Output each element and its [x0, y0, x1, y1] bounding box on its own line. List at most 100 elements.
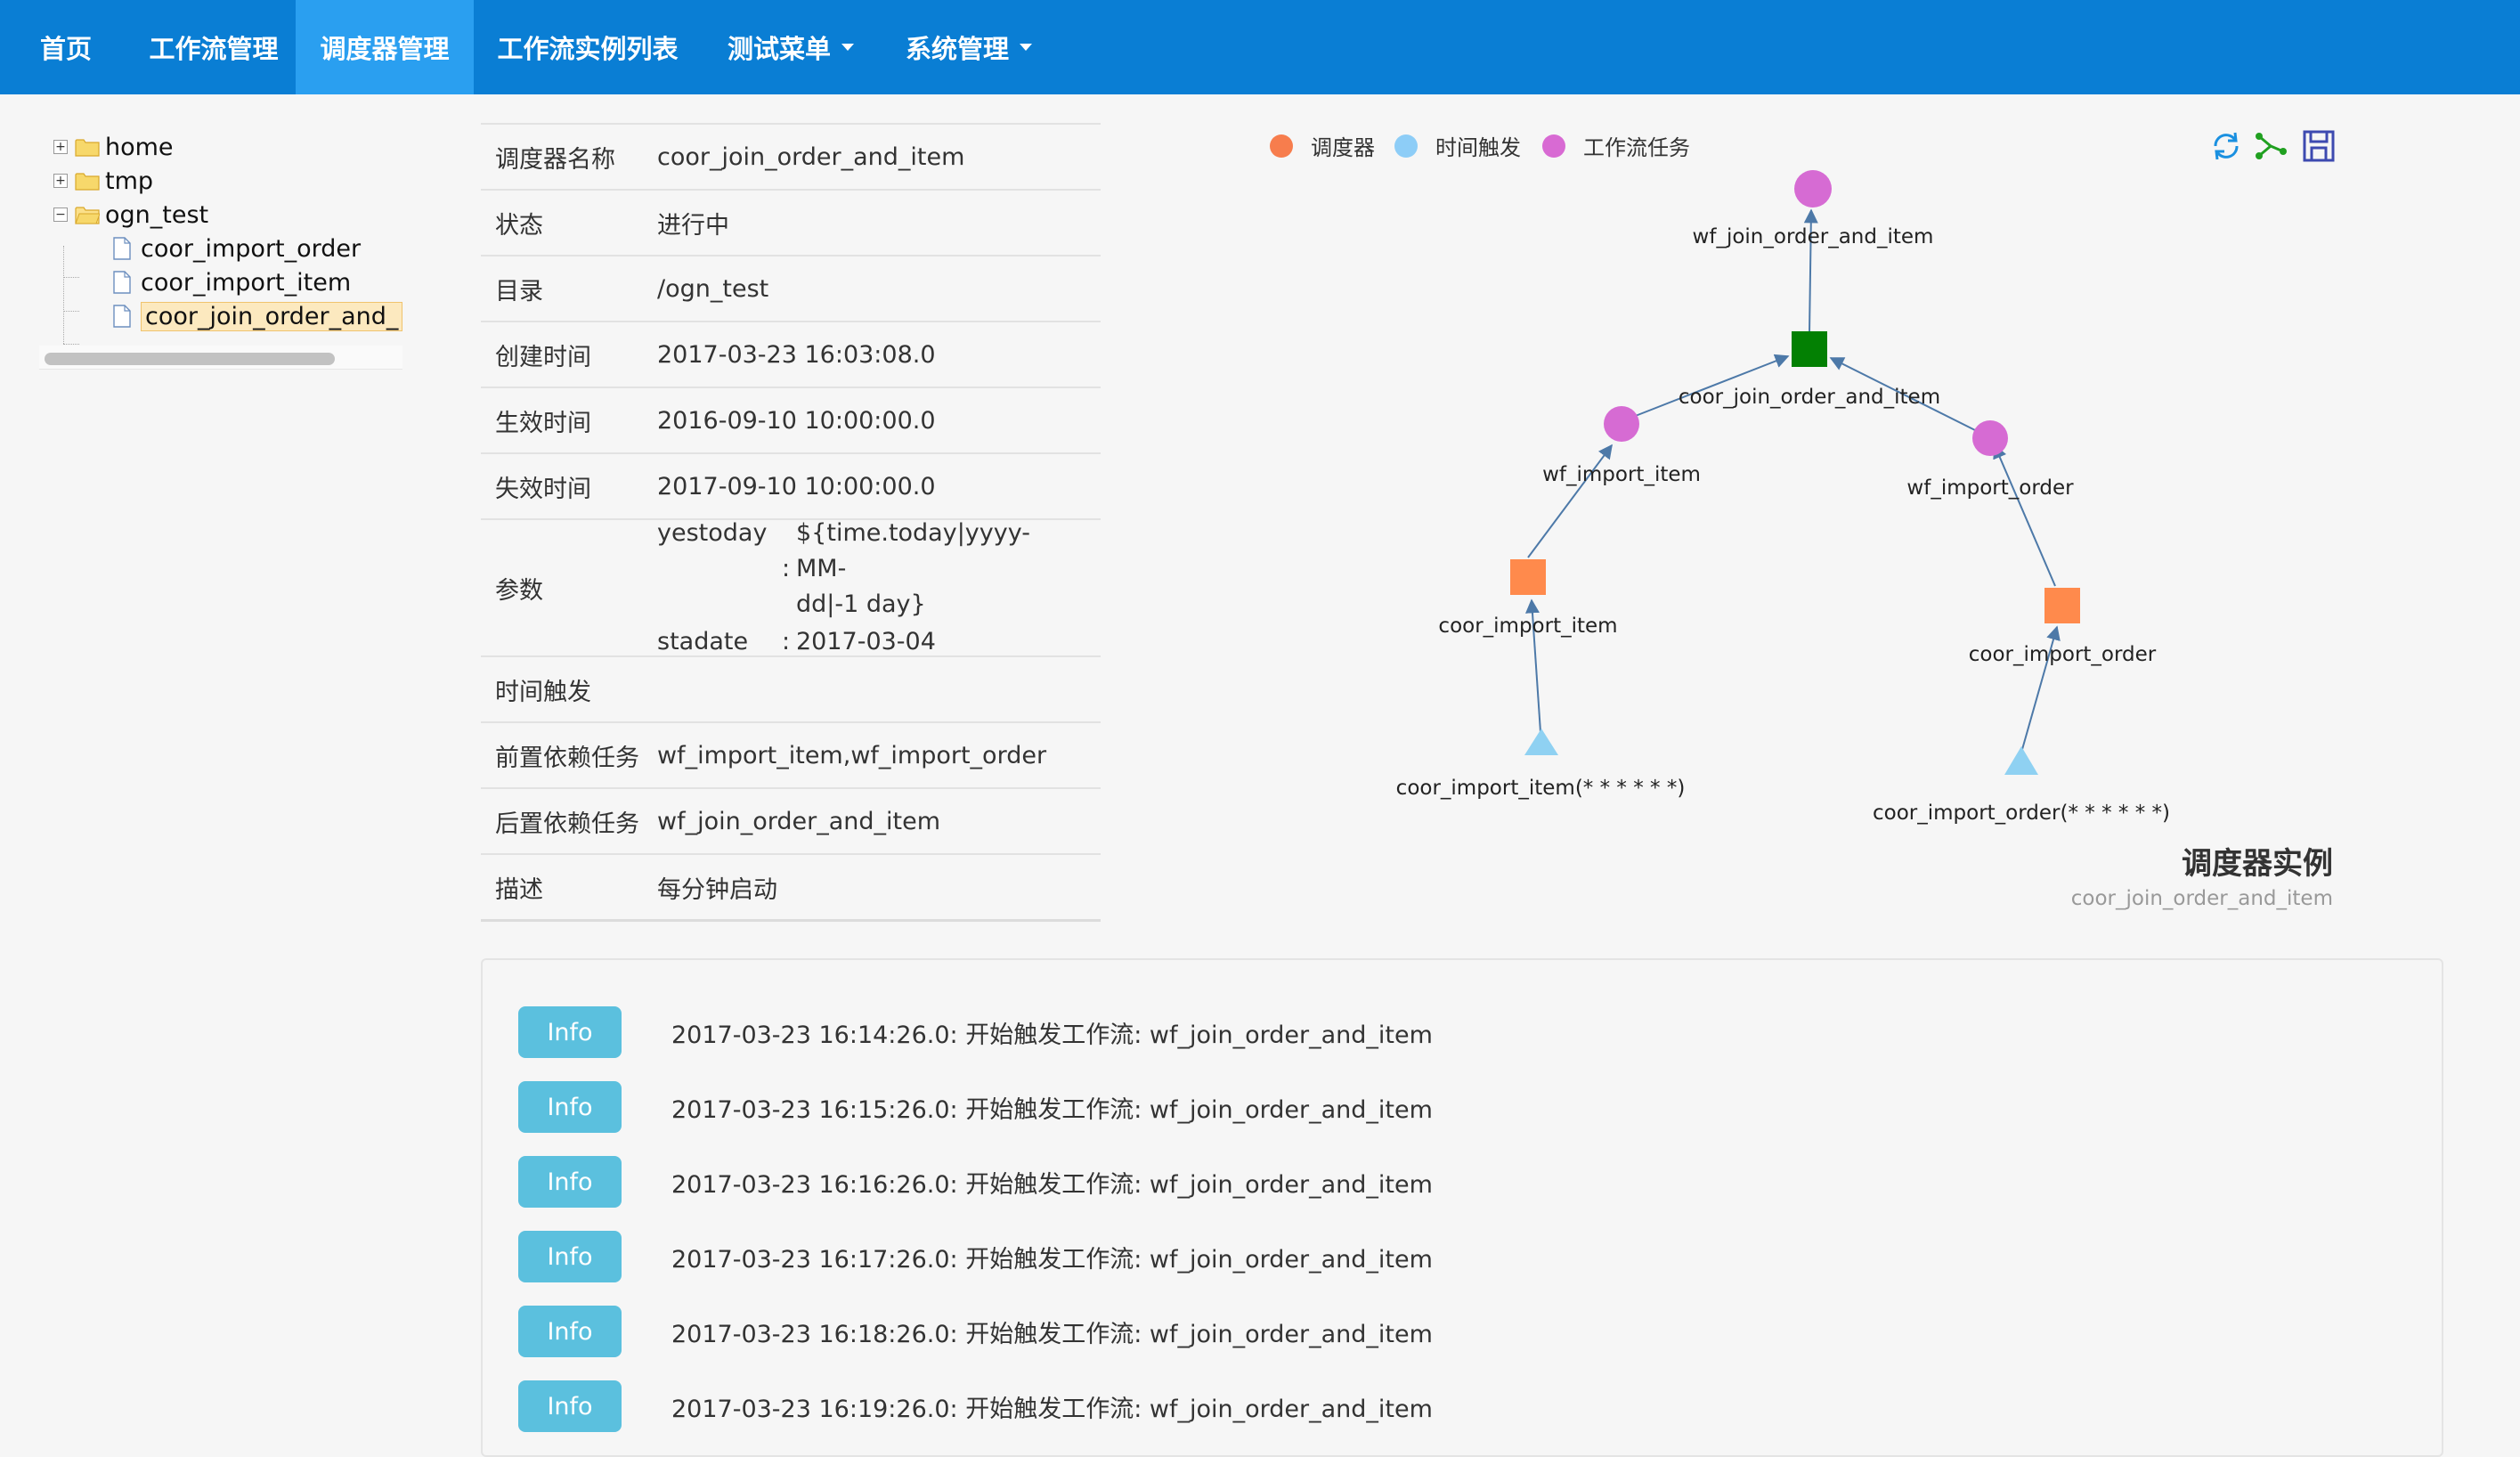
prop-value: 2017-03-23 16:03:08.0: [657, 340, 936, 369]
prop-row-time-trigger: 时间触发: [481, 655, 1101, 721]
graph-node-workflow[interactable]: [1972, 420, 2008, 456]
nav-home[interactable]: 首页: [0, 0, 132, 94]
graph-node-label: coor_import_item: [1438, 615, 1617, 638]
prop-value: 进行中: [657, 211, 729, 240]
prop-key: 创建时间: [495, 343, 591, 371]
prop-key: 参数: [495, 576, 543, 605]
graph-node-label: wf_join_order_and_item: [1693, 225, 1934, 248]
scheduler-properties-table: 调度器名称 coor_join_order_and_item 状态 进行中 目录…: [481, 123, 1101, 922]
prop-key: 时间触发: [495, 678, 591, 706]
nav-system-management[interactable]: 系统管理: [880, 0, 1058, 94]
info-badge: Info: [518, 1231, 622, 1282]
file-icon: [113, 237, 131, 260]
nav-label: 调度器管理: [320, 34, 450, 64]
graph-node-scheduler[interactable]: [1510, 559, 1546, 595]
graph-edge: [1993, 444, 2056, 587]
prop-value: coor_join_order_and_item: [657, 142, 965, 171]
prop-key: 调度器名称: [495, 145, 615, 174]
log-row: Info 2017-03-23 16:14:26.0: 开始触发工作流: wf_…: [518, 1006, 1433, 1058]
param-value: ${time.today|yyyy-MM- dd|-1 day}: [796, 516, 1063, 623]
prop-key: 目录: [495, 277, 543, 305]
graph-node-trigger[interactable]: [1524, 728, 1558, 755]
log-text: 2017-03-23 16:18:26.0: 开始触发工作流: wf_join_…: [671, 1320, 1433, 1348]
graph-node-trigger[interactable]: [2004, 746, 2038, 775]
prop-key: 失效时间: [495, 475, 591, 503]
prop-value: 2017-09-10 10:00:00.0: [657, 472, 936, 501]
tree-item-tmp[interactable]: + tmp: [53, 164, 153, 198]
graph-node-label: wf_import_order: [1906, 476, 2074, 500]
tree-item-home[interactable]: + home: [53, 130, 174, 164]
prop-row-pre-dependency: 前置依赖任务 wf_import_item,wf_import_order: [481, 721, 1101, 787]
tree-item-file[interactable]: coor_import_item: [112, 265, 351, 299]
graph-node-root-scheduler[interactable]: [1792, 331, 1827, 367]
info-badge: Info: [518, 1156, 622, 1208]
scrollbar-thumb[interactable]: [45, 353, 335, 365]
prop-value: 每分钟启动: [657, 875, 777, 904]
prop-row-created: 创建时间 2017-03-23 16:03:08.0: [481, 321, 1101, 387]
expand-icon[interactable]: +: [53, 174, 68, 188]
top-navbar: 首页 工作流管理 调度器管理 工作流实例列表 测试菜单 系统管理: [0, 0, 2520, 94]
log-text: 2017-03-23 16:19:26.0: 开始触发工作流: wf_join_…: [671, 1395, 1433, 1423]
prop-row-description: 描述 每分钟启动: [481, 853, 1101, 922]
log-row: Info 2017-03-23 16:17:26.0: 开始触发工作流: wf_…: [518, 1231, 1433, 1282]
param-name: yestoday: [657, 519, 768, 547]
prop-row-params: 参数 yestoday : ${time.today|yyyy-MM- dd|-…: [481, 518, 1101, 655]
info-badge: Info: [518, 1006, 622, 1058]
dependency-graph: wf_join_order_and_item coor_join_order_a…: [1396, 170, 2170, 825]
params-list: yestoday : ${time.today|yyyy-MM- dd|-1 d…: [657, 516, 1101, 660]
log-row: Info 2017-03-23 16:18:26.0: 开始触发工作流: wf_…: [518, 1306, 1433, 1357]
tree-horizontal-scrollbar[interactable]: [39, 346, 402, 370]
graph-node-scheduler[interactable]: [2044, 588, 2080, 623]
log-text: 2017-03-23 16:15:26.0: 开始触发工作流: wf_join_…: [671, 1095, 1433, 1124]
nav-workflow-management[interactable]: 工作流管理: [132, 0, 296, 94]
tree-connector: [63, 246, 64, 344]
log-row: Info 2017-03-23 16:19:26.0: 开始触发工作流: wf_…: [518, 1380, 1433, 1432]
tree-item-file[interactable]: coor_import_order: [112, 232, 361, 265]
prop-key: 生效时间: [495, 409, 591, 437]
tree-item-ogn-test[interactable]: − ogn_test: [53, 198, 208, 232]
graph-edge: [1527, 444, 1613, 558]
graph-node-label: coor_import_order: [1969, 643, 2157, 666]
prop-row-name: 调度器名称 coor_join_order_and_item: [481, 123, 1101, 189]
folder-open-icon: [75, 207, 100, 224]
prop-row-expire: 失效时间 2017-09-10 10:00:00.0: [481, 452, 1101, 518]
collapse-icon[interactable]: −: [53, 208, 68, 222]
graph-node-label: coor_import_order(* * * * * *): [1873, 802, 2170, 825]
param-value: 2017-03-04: [796, 628, 936, 655]
prop-row-status: 状态 进行中: [481, 189, 1101, 255]
prop-value: /ogn_test: [657, 274, 769, 303]
file-icon: [113, 271, 131, 294]
prop-key: 后置依赖任务: [495, 810, 639, 838]
nav-workflow-instance-list[interactable]: 工作流实例列表: [474, 0, 702, 94]
tree-label: tmp: [105, 167, 154, 195]
nav-test-menu[interactable]: 测试菜单: [702, 0, 880, 94]
file-icon: [113, 305, 131, 328]
tree-label: ogn_test: [105, 200, 209, 229]
nav-label: 首页: [39, 34, 92, 64]
graph-node-workflow[interactable]: [1604, 406, 1639, 442]
param-name: stadate: [657, 628, 749, 655]
tree-connector: [63, 311, 79, 312]
tree-item-file-selected[interactable]: coor_join_order_and_: [112, 299, 403, 333]
tree-connector: [63, 277, 79, 278]
expand-icon[interactable]: +: [53, 140, 68, 154]
tree-label: coor_join_order_and_: [141, 301, 403, 331]
prop-key: 描述: [495, 875, 543, 904]
prop-row-directory: 目录 /ogn_test: [481, 255, 1101, 321]
tree-label: coor_import_order: [141, 234, 362, 263]
info-badge: Info: [518, 1081, 622, 1133]
graph-node-workflow[interactable]: [1794, 170, 1832, 208]
nav-scheduler-management[interactable]: 调度器管理: [296, 0, 474, 94]
prop-value: wf_import_item,wf_import_order: [657, 741, 1047, 769]
nav-label: 测试菜单: [727, 34, 831, 64]
tree-label: coor_import_item: [141, 268, 352, 297]
prop-key: 前置依赖任务: [495, 744, 639, 772]
nav-label: 工作流实例列表: [497, 34, 679, 64]
prop-value: wf_join_order_and_item: [657, 807, 941, 835]
param-separator: :: [782, 555, 791, 582]
param-value-line: ${time.today|yyyy-MM-: [796, 519, 1030, 582]
folder-icon: [75, 139, 100, 157]
nav-label: 系统管理: [905, 34, 1009, 64]
tree-label: home: [105, 133, 174, 161]
log-row: Info 2017-03-23 16:15:26.0: 开始触发工作流: wf_…: [518, 1081, 1433, 1133]
